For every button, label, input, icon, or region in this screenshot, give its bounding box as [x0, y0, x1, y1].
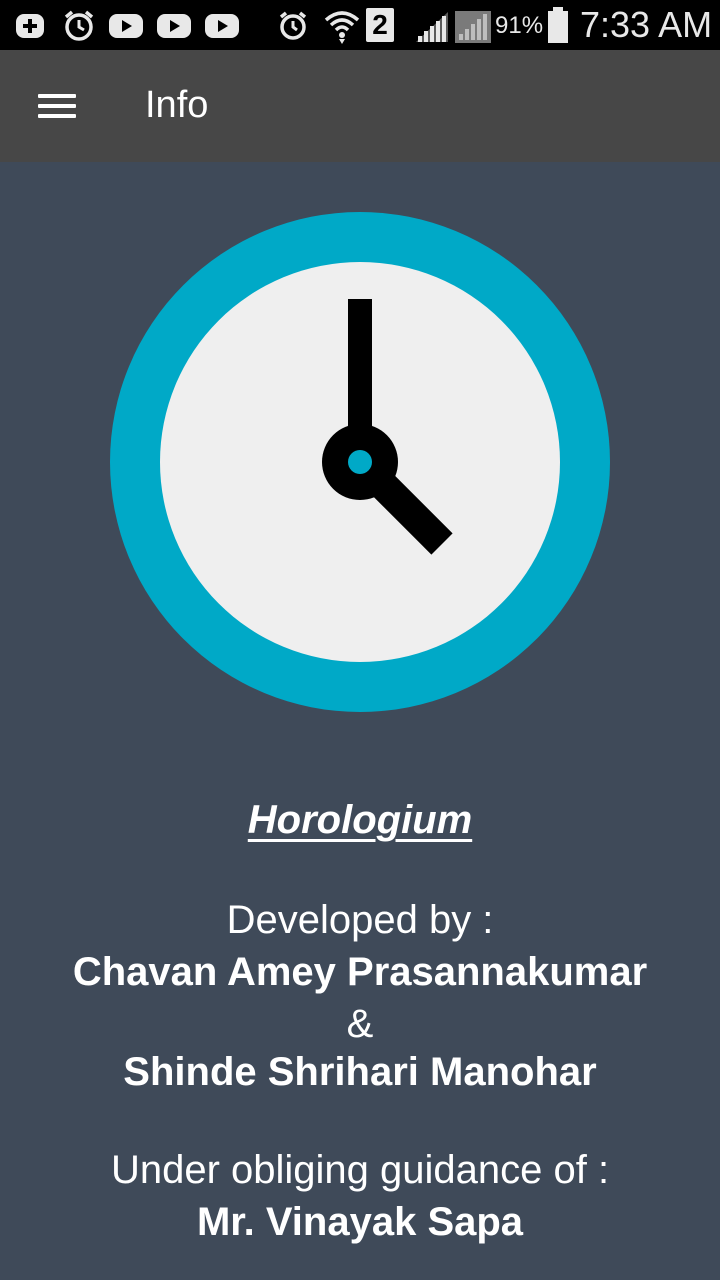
- alarm-clock-icon: [279, 11, 307, 40]
- developer-name: Chavan Amey Prasannakumar: [72, 950, 648, 994]
- developed-by-label: Developed by :: [226, 898, 494, 942]
- info-content: Horologium Developed by : Chavan Amey Pr…: [0, 162, 720, 1280]
- hamburger-menu-icon: [38, 94, 76, 98]
- youtube-icon: [205, 14, 239, 38]
- guidance-label: Under obliging guidance of :: [110, 1148, 610, 1192]
- battery-percent: 91%: [495, 12, 544, 39]
- wifi-icon: [324, 11, 360, 44]
- mentor-name: Mr. Vinayak Sapa: [196, 1200, 524, 1244]
- notification-plus-icon: [16, 14, 44, 38]
- clock-icon: [110, 212, 610, 712]
- app-bar: Info: [0, 50, 720, 162]
- hamburger-menu-bar: [38, 104, 76, 108]
- sim-slot-label: 2: [372, 9, 388, 40]
- developer-separator: &: [346, 1002, 374, 1046]
- page-title: Info: [145, 84, 209, 126]
- alarm-icon: [64, 10, 94, 41]
- signal-icon: [416, 12, 448, 42]
- signal-icon: [455, 11, 491, 43]
- youtube-icon: [157, 14, 191, 38]
- app-name: Horologium: [247, 798, 473, 842]
- developer-name: Shinde Shrihari Manohar: [123, 1050, 597, 1094]
- clock-hub-center: [348, 450, 372, 474]
- sim-icon: 2: [366, 8, 394, 42]
- clock-time: 7:33 AM: [580, 4, 713, 45]
- status-bar: 2 91% 7:33 AM: [0, 0, 720, 50]
- battery-icon: [548, 7, 568, 43]
- hamburger-menu-bar: [38, 114, 76, 118]
- youtube-icon: [109, 14, 143, 38]
- navigation-drawer-button[interactable]: [22, 82, 90, 130]
